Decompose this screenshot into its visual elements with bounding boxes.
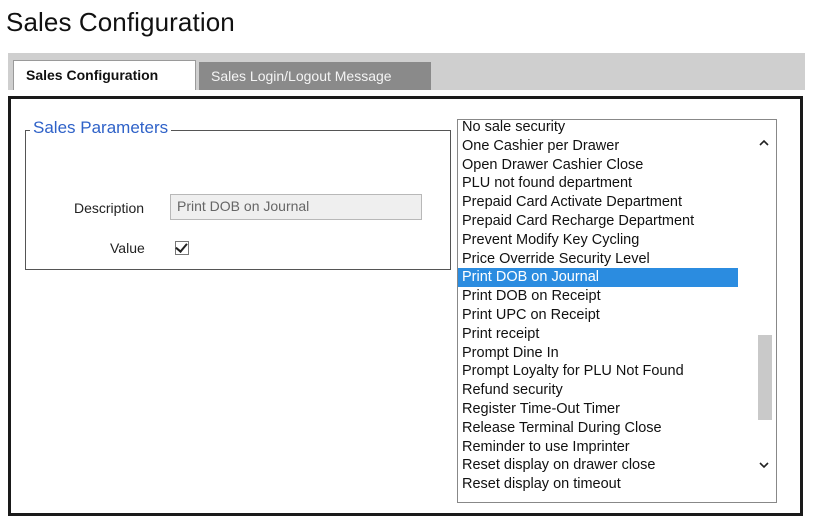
listbox-scrollbar[interactable] — [754, 120, 776, 502]
list-item[interactable]: Release Terminal During Close — [458, 419, 738, 438]
list-item[interactable]: Prevent Modify Key Cycling — [458, 231, 738, 250]
list-item[interactable]: Print DOB on Journal — [458, 268, 738, 288]
tab-sales-configuration[interactable]: Sales Configuration — [13, 60, 196, 90]
list-item[interactable]: Refund security — [458, 381, 738, 400]
parameter-list: No sale security One Cashier per Drawer Op… — [458, 120, 746, 494]
chevron-down-icon[interactable] — [759, 460, 769, 470]
checkmark-icon — [175, 240, 188, 253]
list-item[interactable]: Print UPC on Receipt — [458, 306, 738, 325]
list-item[interactable]: Reset display on drawer close — [458, 456, 738, 475]
configuration-panel: Sales Parameters Description Print DOB o… — [8, 96, 803, 516]
tab-bar: Sales Configuration Sales Login/Logout M… — [8, 53, 805, 90]
list-item[interactable]: Prepaid Card Recharge Department — [458, 212, 738, 231]
sales-parameters-legend: Sales Parameters — [30, 118, 172, 138]
scrollbar-thumb[interactable] — [758, 335, 772, 420]
list-item[interactable]: One Cashier per Drawer — [458, 137, 738, 156]
list-item[interactable]: Prompt Loyalty for PLU Not Found — [458, 362, 738, 381]
value-checkbox[interactable] — [175, 240, 189, 255]
chevron-up-icon[interactable] — [759, 138, 769, 148]
sales-parameters-group: Sales Parameters Description Print DOB o… — [25, 118, 451, 270]
list-item[interactable]: Prompt Dine In — [458, 344, 738, 363]
description-field[interactable]: Print DOB on Journal — [170, 194, 422, 220]
list-item[interactable]: Reminder to use Imprinter — [458, 438, 738, 457]
description-label: Description — [74, 200, 145, 216]
list-item[interactable]: Print receipt — [458, 325, 738, 344]
list-item[interactable]: PLU not found department — [458, 174, 738, 193]
list-item[interactable]: Print DOB on Receipt — [458, 287, 738, 306]
list-item[interactable]: Register Time-Out Timer — [458, 400, 738, 419]
value-label: Value — [110, 240, 145, 256]
list-item[interactable]: Prepaid Card Activate Department — [458, 193, 738, 212]
list-item[interactable]: Open Drawer Cashier Close — [458, 156, 738, 175]
parameter-listbox[interactable]: No sale security One Cashier per Drawer Op… — [457, 119, 777, 503]
page-title: Sales Configuration — [6, 7, 235, 37]
list-item[interactable]: Price Override Security Level — [458, 250, 738, 269]
tab-sales-login-logout-message[interactable]: Sales Login/Logout Message — [199, 62, 431, 90]
list-item[interactable]: Reset display on timeout — [458, 475, 738, 494]
list-item[interactable]: No sale security — [458, 120, 738, 137]
